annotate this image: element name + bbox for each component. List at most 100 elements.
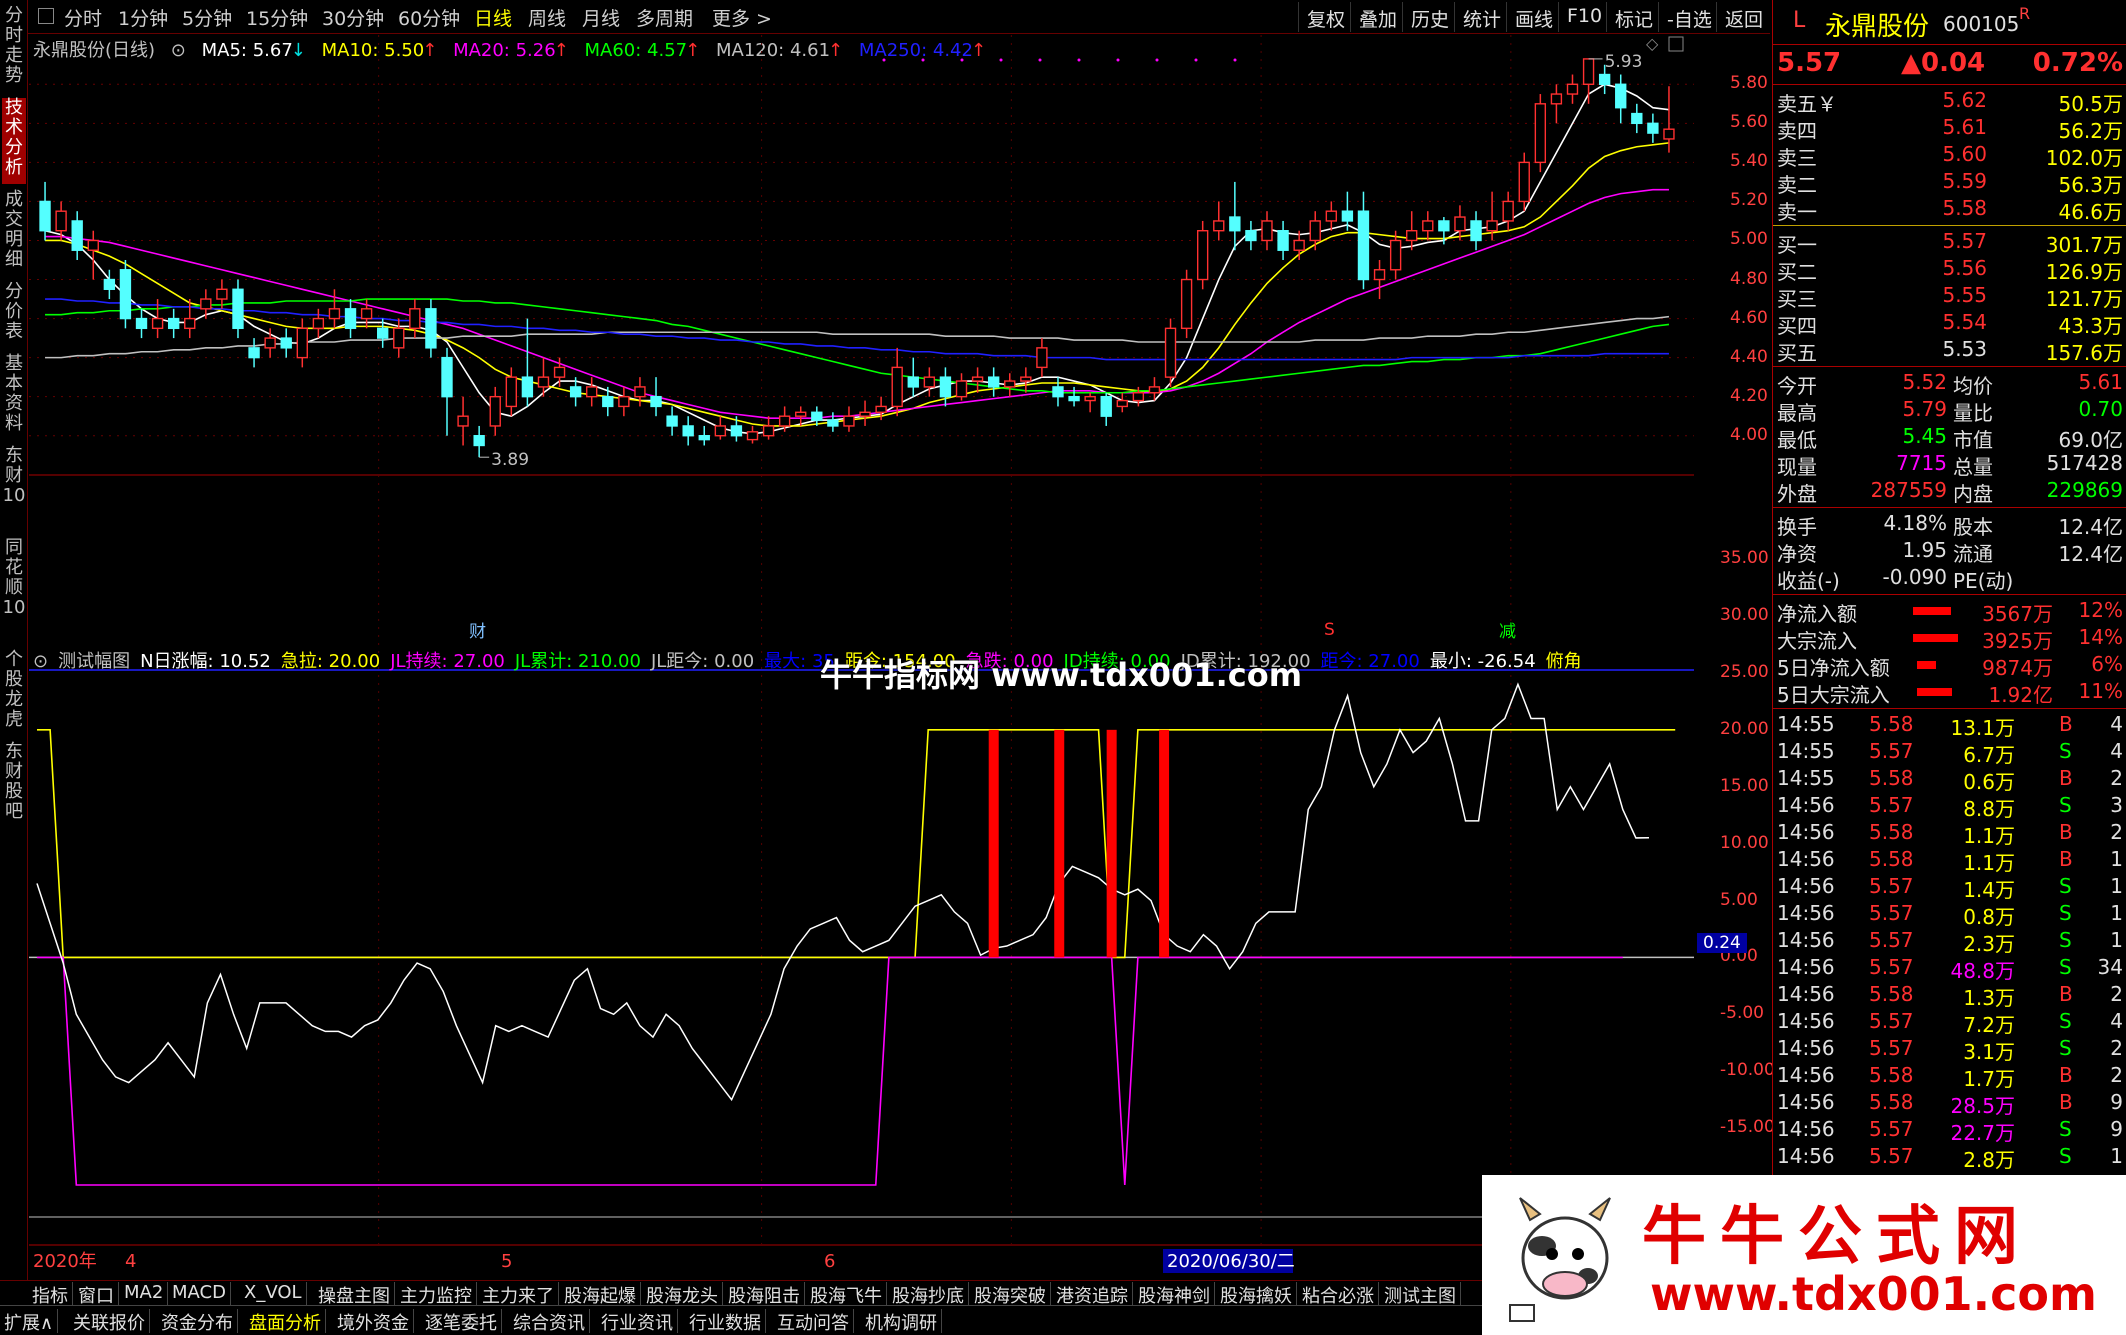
indicator-tab-6[interactable]: 主力监控 bbox=[396, 1282, 477, 1307]
extension-tab-0[interactable]: 扩展∧ bbox=[0, 1309, 59, 1334]
stat-row: 最高 5.79 量比 0.70 bbox=[1777, 397, 2123, 425]
extension-tab-2[interactable]: 资金分布 bbox=[157, 1309, 238, 1334]
indicator-tab-9[interactable]: 股海龙头 bbox=[642, 1282, 723, 1307]
period-3[interactable]: 15分钟 bbox=[246, 4, 308, 30]
tick-direction: B bbox=[2059, 820, 2073, 844]
candle bbox=[425, 299, 437, 358]
bid-price: 5.56 bbox=[1942, 256, 1987, 280]
extension-tab-4[interactable]: 境外资金 bbox=[333, 1309, 414, 1334]
toolbar-button-5[interactable]: F10 bbox=[1558, 2, 1610, 32]
indicator-tab-14[interactable]: 港资追踪 bbox=[1052, 1282, 1133, 1307]
indicator-tab-5[interactable]: 操盘主图 bbox=[314, 1282, 395, 1307]
candle bbox=[1470, 211, 1482, 251]
tick-count: 1 bbox=[2110, 847, 2123, 871]
tick-time: 14:56 bbox=[1777, 955, 1835, 979]
period-7[interactable]: 周线 bbox=[528, 4, 566, 30]
toolbar-button-1[interactable]: 叠加 bbox=[1350, 2, 1405, 32]
period-9[interactable]: 多周期 bbox=[636, 4, 693, 30]
price-tick-1: 5.60 bbox=[1730, 112, 1768, 133]
stat2-label-1: 收益(-) bbox=[1777, 569, 1840, 593]
tick-count: 2 bbox=[2110, 982, 2123, 1006]
indicator-tab-2[interactable]: MA2 bbox=[120, 1282, 169, 1306]
indicator-tab-16[interactable]: 股海擒妖 bbox=[1216, 1282, 1297, 1307]
toolbar-button-2[interactable]: 历史 bbox=[1402, 2, 1457, 32]
tick-count: 3 bbox=[2110, 793, 2123, 817]
tick-volume: 1.1万 bbox=[1963, 851, 2015, 875]
extension-tab-8[interactable]: 行业数据 bbox=[685, 1309, 766, 1334]
candle bbox=[762, 416, 775, 440]
period-2[interactable]: 5分钟 bbox=[182, 4, 232, 30]
bid-label: 买二 bbox=[1777, 260, 1817, 284]
toolbar-button-0[interactable]: 复权 bbox=[1298, 2, 1353, 32]
indicator-tab-3[interactable]: MACD bbox=[168, 1282, 231, 1306]
left-tab-2[interactable]: 成交明细 bbox=[2, 190, 26, 276]
stat2-label-1: 净资 bbox=[1777, 542, 1817, 566]
extension-tab-7[interactable]: 行业资讯 bbox=[597, 1309, 678, 1334]
tick-row: 14:56 5.58 1.3万 B 2 bbox=[1777, 982, 2123, 1010]
candle bbox=[248, 338, 260, 368]
left-tab-1[interactable]: 技术分析 bbox=[2, 98, 26, 184]
left-tab-5[interactable]: 东财10 bbox=[2, 446, 26, 532]
stat-label-2: 市值 bbox=[1953, 428, 1993, 452]
period-6[interactable]: 日线 bbox=[474, 4, 512, 30]
period-4[interactable]: 30分钟 bbox=[322, 4, 384, 30]
toolbar-button-3[interactable]: 统计 bbox=[1454, 2, 1509, 32]
left-tab-7[interactable]: 个股龙虎 bbox=[2, 650, 26, 736]
left-tab-4[interactable]: 基本资料 bbox=[2, 354, 26, 440]
indicator-tab-8[interactable]: 股海起爆 bbox=[560, 1282, 641, 1307]
period-8[interactable]: 月线 bbox=[582, 4, 620, 30]
flow-bar bbox=[1913, 607, 1952, 615]
signal-dot bbox=[921, 58, 925, 62]
candle bbox=[280, 328, 292, 358]
toolbar-button-7[interactable]: -自选 bbox=[1658, 2, 1720, 32]
stock-title: 永鼎股份 bbox=[1825, 12, 1930, 42]
ask-volume: 102.0万 bbox=[2045, 146, 2123, 170]
left-tab-0[interactable]: 分时走势 bbox=[2, 6, 26, 92]
indicator-tab-13[interactable]: 股海突破 bbox=[970, 1282, 1051, 1307]
period-0[interactable]: 分时 bbox=[64, 4, 102, 30]
toolbar-button-4[interactable]: 画线 bbox=[1506, 2, 1561, 32]
extension-tab-3[interactable]: 盘面分析 bbox=[245, 1309, 326, 1334]
indicator-tab-1[interactable]: 窗口 bbox=[74, 1282, 119, 1307]
indicator-tab-4[interactable]: X_VOL bbox=[240, 1282, 307, 1306]
tick-time: 14:56 bbox=[1777, 928, 1835, 952]
tick-direction: S bbox=[2059, 928, 2072, 952]
indicator-tab-11[interactable]: 股海飞牛 bbox=[806, 1282, 887, 1307]
indicator-tab-17[interactable]: 粘合必涨 bbox=[1298, 1282, 1379, 1307]
ind-tick-0: 35.00 bbox=[1720, 548, 1769, 569]
indicator-tab-12[interactable]: 股海抄底 bbox=[888, 1282, 969, 1307]
extension-tab-10[interactable]: 机构调研 bbox=[861, 1309, 942, 1334]
bid-label: 买四 bbox=[1777, 314, 1817, 338]
candle bbox=[328, 289, 341, 329]
indicator-item-12: 俯角 bbox=[1545, 651, 1582, 672]
indicator-tab-0[interactable]: 指标 bbox=[28, 1282, 73, 1307]
indicator-tab-10[interactable]: 股海阻击 bbox=[724, 1282, 805, 1307]
tick-time: 14:56 bbox=[1777, 982, 1835, 1006]
left-tab-6[interactable]: 同花顺10 bbox=[2, 538, 26, 644]
period-5[interactable]: 60分钟 bbox=[398, 4, 460, 30]
period-10[interactable]: 更多 > bbox=[712, 4, 772, 30]
indicator-tab-18[interactable]: 测试主图 bbox=[1380, 1282, 1461, 1307]
indicator-tab-15[interactable]: 股海神剑 bbox=[1134, 1282, 1215, 1307]
tick-row: 14:56 5.57 8.8万 S 3 bbox=[1777, 793, 2123, 821]
ind-tick-5: 10.00 bbox=[1720, 832, 1769, 853]
left-tab-8[interactable]: 东财股吧 bbox=[2, 742, 26, 828]
period-1[interactable]: 1分钟 bbox=[118, 4, 168, 30]
extension-tab-6[interactable]: 综合资讯 bbox=[509, 1309, 590, 1334]
tick-time: 14:55 bbox=[1777, 739, 1835, 763]
tick-time: 14:56 bbox=[1777, 1090, 1835, 1114]
indicator-tab-7[interactable]: 主力来了 bbox=[478, 1282, 559, 1307]
toolbar-button-6[interactable]: 标记 bbox=[1606, 2, 1661, 32]
extension-tab-1[interactable]: 关联报价 bbox=[69, 1309, 150, 1334]
indicator-toggle-icon[interactable]: ⊙ bbox=[33, 651, 48, 672]
extension-tab-9[interactable]: 互动问答 bbox=[773, 1309, 854, 1334]
menu-square-icon[interactable] bbox=[38, 8, 54, 24]
toolbar-button-8[interactable]: 返回 bbox=[1716, 2, 1771, 32]
left-tab-3[interactable]: 分价表 bbox=[2, 282, 26, 348]
bid-row: 买五 5.53 157.6万 bbox=[1777, 337, 2123, 365]
extension-tab-5[interactable]: 逐笔委托 bbox=[421, 1309, 502, 1334]
jidie-line bbox=[37, 956, 1623, 1186]
candle bbox=[1389, 230, 1402, 280]
watermark-title: 牛牛公式网 bbox=[1642, 1199, 2032, 1274]
candle bbox=[1261, 211, 1273, 251]
